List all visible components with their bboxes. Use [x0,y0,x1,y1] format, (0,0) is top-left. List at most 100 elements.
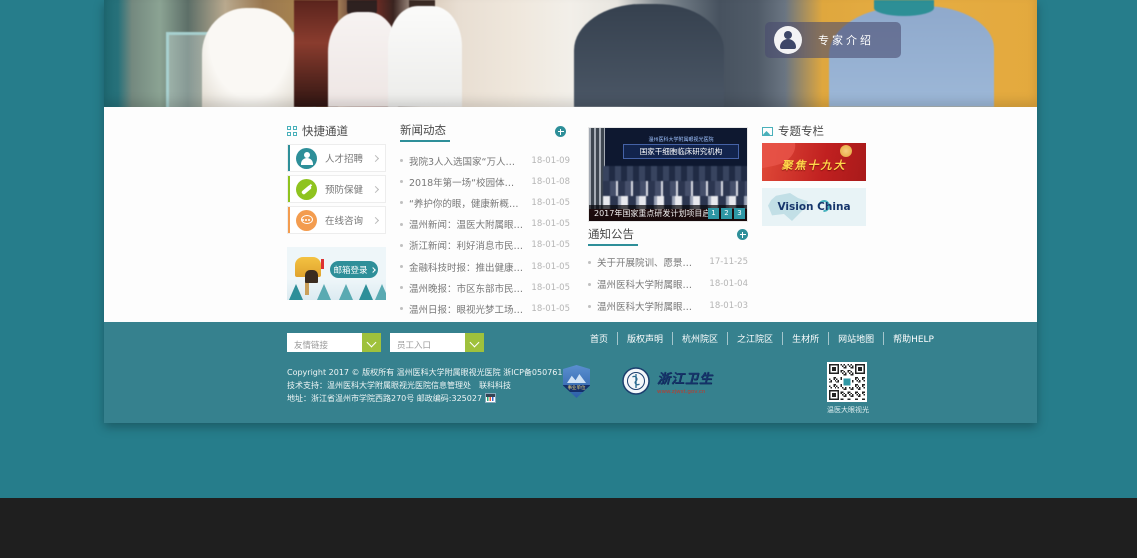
bullet-icon [400,201,403,204]
news-item-date: 18-01-05 [531,198,570,208]
picture-icon [762,127,773,136]
quick-link-consult[interactable]: 在线咨询 [287,206,386,234]
tree-icon [339,284,353,300]
visitor-counter-icon[interactable] [485,393,496,403]
bullet-icon [400,159,403,162]
news-item-date: 18-01-09 [531,156,570,166]
email-login-button[interactable]: 邮箱登录 [330,261,378,278]
news-item-date: 18-01-05 [531,283,570,293]
notice-item-title: 温州医科大学附属眼视光医院关于洗脱... [597,299,701,313]
notices-list: 关于开展院训、愿景、核心价值观征集... 17-11-25 温州医科大学附属眼视… [588,251,748,317]
footer-panel: 友情链接 员工入口 首页版权声明杭州院区之江院区生材所网站地图帮助HELP Co… [104,322,1037,423]
bullet-icon [588,305,591,308]
copyright-line3: 地址：浙江省温州市学院西路270号 邮政编码:325027 [287,392,581,405]
copyright-line2: 技术支持：温州医科大学附属眼视光医院信息管理处 联科科技 [287,379,581,392]
slider-page-button[interactable]: 3 [734,208,745,219]
slider-page-button[interactable]: 2 [721,208,732,219]
photo-slider[interactable]: 温州医科大学附属眼视光医院 国家干细胞临床研究机构 2017年国家重点研发计划项… [588,127,748,222]
staff-entrance-dropdown[interactable]: 员工入口 [390,333,484,352]
slider-page-button[interactable]: 1 [708,208,719,219]
tree-icon [317,284,331,300]
notice-item-date: 18-01-04 [709,279,748,289]
calligraphy-url: www.zjwst.gov.cn [657,389,713,395]
grid-icon [287,126,297,136]
notice-item-date: 18-01-03 [709,301,748,311]
notice-item[interactable]: 温州医科大学附属眼视光医院关于车辆... 18-01-04 [588,273,748,295]
friendly-links-value: 友情链接 [287,341,328,351]
email-login-label: 邮箱登录 [333,264,367,276]
expert-intro-label: 专家介绍 [818,32,874,48]
news-item[interactable]: 温州晚报：市区东部市民可就近看眼... 18-01-05 [400,277,570,298]
chevron-right-icon [370,267,376,273]
qr-code [827,362,867,402]
news-item-title: 温州晚报：市区东部市民可就近看眼... [409,281,523,295]
bullet-icon [400,286,403,289]
footer-nav-link[interactable]: 网站地图 [828,332,874,345]
news-header: 新闻动态 [400,122,446,138]
news-item[interactable]: “养护你的眼，健康新概念”主题公... 18-01-05 [400,192,570,213]
news-more-button[interactable] [555,126,566,137]
emblem-icon [622,367,650,395]
news-item[interactable]: 金融科技时报：推出健康品质化、科... 18-01-05 [400,256,570,277]
special-title: 专题专栏 [778,123,824,139]
banner-19th-congress[interactable]: 聚焦十九大 [762,143,866,181]
health-emblem-badge[interactable] [622,367,650,395]
bullet-icon [588,261,591,264]
copyright-line1: Copyright 2017 © 版权所有 温州医科大学附属眼视光医院 浙ICP… [287,366,581,379]
footer-nav-link[interactable]: 之江院区 [727,332,773,345]
news-item[interactable]: 我院3人入选国家“万人计划”创新... 18-01-09 [400,150,570,171]
special-header: 专题专栏 [762,123,824,139]
footer-nav-link[interactable]: 帮助HELP [883,332,934,345]
bullet-icon [400,244,403,247]
news-item-title: 金融科技时报：推出健康品质化、科... [409,260,523,274]
chevron-right-icon [372,216,379,223]
news-title: 新闻动态 [400,122,446,138]
slider-caption-bar: 2017年国家重点研发计划项目启动... 123 [589,205,748,221]
notices-more-button[interactable] [737,229,748,240]
qr-canvas [829,364,865,400]
chevron-right-icon [372,154,379,161]
news-item-title: 2018年第一场“校园体验实践活动”... [409,175,523,189]
photo-banner-line2: 国家干细胞临床研究机构 [623,144,739,159]
mailbox-icon [295,257,321,277]
footer-nav-link[interactable]: 首页 [590,332,608,345]
banner1-label: 聚焦十九大 [762,157,866,173]
bullet-icon [400,265,403,268]
notice-item[interactable]: 温州医科大学附属眼视光医院关于洗脱... 18-01-03 [588,295,748,317]
page: 专家介绍 快捷通道 人才招聘 预防保健 [0,0,1137,558]
footer-nav-link[interactable]: 杭州院区 [672,332,718,345]
calligraphy-label: 浙江卫生 [657,368,713,387]
bullet-icon [588,283,591,286]
expert-intro-button[interactable]: 专家介绍 [765,22,901,58]
footer-nav-link[interactable]: 生材所 [782,332,819,345]
bullet-icon [400,223,403,226]
accent-bar [288,176,290,202]
quick-link-recruitment[interactable]: 人才招聘 [287,144,386,172]
news-item[interactable]: 浙江新闻：利好消息市民请查收！温... 18-01-05 [400,235,570,256]
chevron-down-icon [465,333,484,352]
news-item-date: 18-01-05 [531,304,570,314]
quick-channel-header: 快捷通道 [287,123,348,139]
hero-banner[interactable]: 专家介绍 [104,0,1037,107]
news-item[interactable]: 2018年第一场“校园体验实践活动”... 18-01-08 [400,171,570,192]
quick-link-prevention[interactable]: 预防保健 [287,175,386,203]
footer-nav-link[interactable]: 版权声明 [617,332,663,345]
news-item-title: 我院3人入选国家“万人计划”创新... [409,154,523,168]
bullet-icon [400,180,403,183]
gold-emblem-icon [840,145,852,157]
qr-label: 温医大眼视光 [824,405,872,415]
notice-item-title: 温州医科大学附属眼视光医院关于车辆... [597,277,701,291]
chevron-right-icon [372,185,379,192]
notices-title: 通知公告 [588,226,634,242]
news-item-date: 18-01-05 [531,262,570,272]
quick-link-label: 人才招聘 [325,151,373,165]
news-item[interactable]: 温州日报：眼视光梦工场落户龙湾 18-01-05 [400,298,570,319]
notice-item-title: 关于开展院训、愿景、核心价值观征集... [597,255,701,269]
news-item-title: 浙江新闻：利好消息市民请查收！温... [409,238,523,252]
news-item[interactable]: 温州新闻：温医大附属眼视光医院院... 18-01-05 [400,214,570,235]
banner-vision-china[interactable]: Vision China [762,188,866,226]
notice-item[interactable]: 关于开展院训、愿景、核心价值观征集... 17-11-25 [588,251,748,273]
friendly-links-dropdown[interactable]: 友情链接 [287,333,381,352]
notices-underline [588,244,638,246]
zhejiang-health-badge[interactable]: 浙江卫生 www.zjwst.gov.cn [657,368,713,395]
